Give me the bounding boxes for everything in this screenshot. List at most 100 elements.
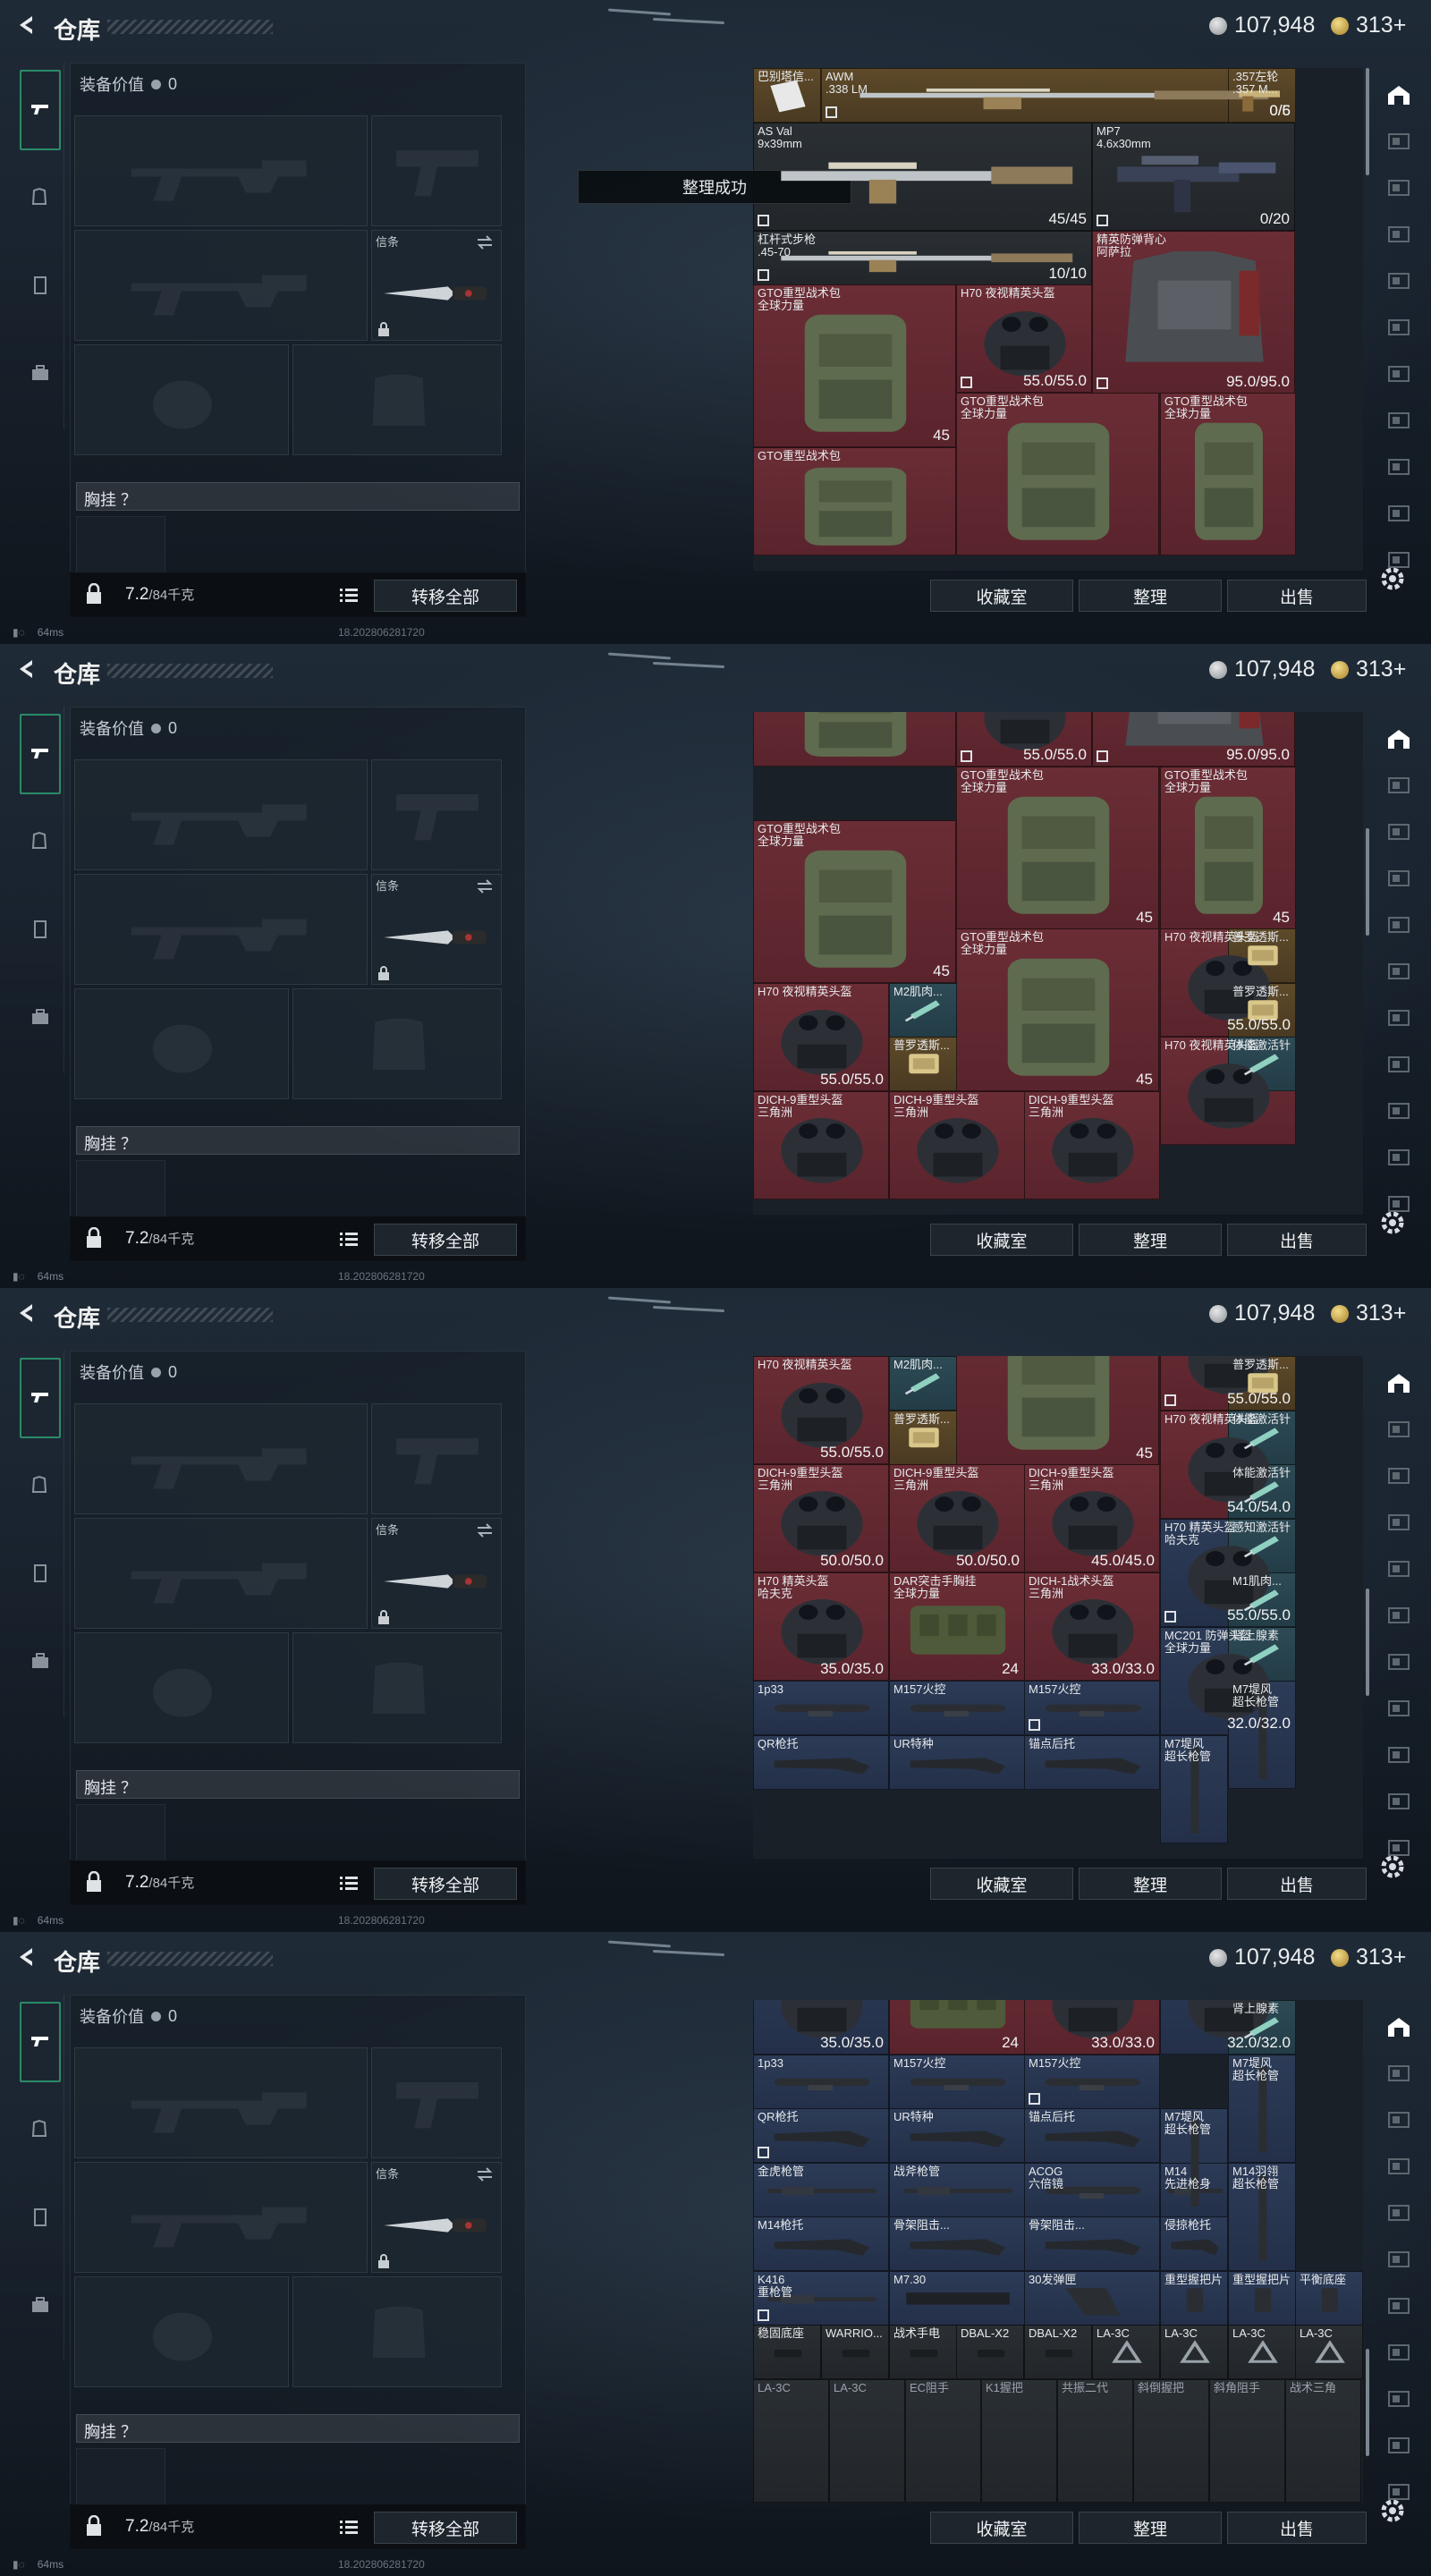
- tab-stash-page[interactable]: [1379, 952, 1418, 995]
- tab-vest[interactable]: [20, 247, 61, 327]
- stash-item[interactable]: 33.0/33.0: [1024, 2000, 1160, 2055]
- tab-stash-page[interactable]: [1379, 2193, 1418, 2236]
- stash-item[interactable]: 体能激活针: [1228, 1037, 1296, 1091]
- armor-slot[interactable]: [292, 1632, 502, 1743]
- primary-weapon-slot[interactable]: [74, 1403, 368, 1514]
- stash-item[interactable]: AS Val 9x39mm 45/45: [753, 123, 1092, 231]
- collection-button[interactable]: 收藏室: [930, 1224, 1073, 1256]
- stash-item[interactable]: 骨架阻击...: [1024, 2216, 1160, 2271]
- tab-vest[interactable]: [20, 1535, 61, 1615]
- stash-item[interactable]: QR枪托: [753, 1735, 889, 1790]
- chest-rig-slot[interactable]: [76, 1804, 165, 1861]
- swap-icon[interactable]: [476, 878, 494, 894]
- stash-item[interactable]: 斜倒握把: [1133, 2379, 1209, 2503]
- stash-item[interactable]: DICH-9重型头盔 三角洲 50.0/50.0: [753, 1464, 889, 1572]
- stash-item[interactable]: K1握把: [981, 2379, 1057, 2503]
- melee-slot[interactable]: 信条: [371, 874, 502, 985]
- settings-gear-icon[interactable]: [1377, 1852, 1408, 1882]
- stash-scrollbar[interactable]: [1366, 1589, 1369, 1696]
- stash-item[interactable]: M7堤风 超长枪管: [1228, 2055, 1296, 2163]
- sell-button[interactable]: 出售: [1227, 1224, 1367, 1256]
- stash-item[interactable]: 1p33: [753, 1681, 889, 1735]
- swap-icon[interactable]: [476, 2166, 494, 2182]
- stash-item[interactable]: AWM .338 LM 0/5: [821, 68, 1296, 123]
- gold-currency[interactable]: 313+: [1331, 657, 1406, 682]
- helmet-slot[interactable]: [74, 1632, 289, 1743]
- sort-button[interactable]: 整理: [1079, 1868, 1222, 1900]
- swap-icon[interactable]: [476, 234, 494, 250]
- tab-gun[interactable]: [20, 2002, 61, 2082]
- transfer-all-button[interactable]: 转移全部: [374, 1224, 517, 1256]
- tab-stash-page[interactable]: [1379, 1782, 1418, 1825]
- tab-stash-page[interactable]: [1379, 2147, 1418, 2190]
- stash-item[interactable]: 感知激活针: [1228, 1519, 1296, 1573]
- stash-item[interactable]: DICH-9重型头盔 三角洲 50.0/50.0: [889, 1464, 1025, 1572]
- melee-slot[interactable]: 信条: [371, 230, 502, 341]
- stash-item[interactable]: 普罗透斯...: [889, 1037, 957, 1091]
- stash-item[interactable]: 24: [889, 2000, 1025, 2055]
- chest-rig-header[interactable]: 胸挂 ？: [76, 1770, 520, 1799]
- list-icon[interactable]: [340, 2519, 358, 2535]
- tab-gun[interactable]: [20, 714, 61, 794]
- stash-item[interactable]: GTO重型战术包 全球力量: [1160, 393, 1296, 555]
- stash-item[interactable]: .357左轮 .357 M... 0/6: [1228, 68, 1296, 123]
- stash-item[interactable]: LA-3C: [1092, 2325, 1160, 2379]
- sort-button[interactable]: 整理: [1079, 2512, 1222, 2544]
- stash-item[interactable]: 重型握把片: [1160, 2271, 1228, 2326]
- sort-button[interactable]: 整理: [1079, 580, 1222, 612]
- primary-weapon-slot[interactable]: [74, 759, 368, 870]
- stash-item[interactable]: H70 夜视精英头盔 55.0/55.0: [753, 983, 889, 1091]
- stash-item[interactable]: 35.0/35.0: [753, 2000, 889, 2055]
- tab-stash-page[interactable]: [1379, 261, 1418, 304]
- melee-slot[interactable]: 信条: [371, 1518, 502, 1629]
- stash-item[interactable]: DICH-1战术头盔 三角洲 33.0/33.0: [1024, 1572, 1160, 1681]
- collection-button[interactable]: 收藏室: [930, 580, 1073, 612]
- stash-item[interactable]: DAR突击手胸挂 全球力量 24: [889, 1572, 1025, 1681]
- tab-case[interactable]: [20, 2267, 61, 2347]
- stash-item[interactable]: EC阻手: [905, 2379, 981, 2503]
- stash-item[interactable]: M2肌肉...: [889, 1356, 957, 1411]
- primary-weapon-slot[interactable]: [74, 115, 368, 226]
- stash-item[interactable]: QR枪托: [753, 2108, 889, 2163]
- stash-item[interactable]: M14 先进枪身: [1160, 2163, 1228, 2217]
- melee-slot[interactable]: 信条: [371, 2162, 502, 2273]
- stash-item[interactable]: UR特种: [889, 1735, 1025, 1790]
- tab-stash-page[interactable]: [1379, 1689, 1418, 1732]
- tab-stash-page[interactable]: [1379, 998, 1418, 1041]
- stash-item[interactable]: M157火控: [1024, 2055, 1160, 2109]
- stash-item[interactable]: GTO重型战术包 全球力量 45: [753, 284, 956, 447]
- stash-item[interactable]: 55.0/55.0: [956, 712, 1092, 767]
- stash-item[interactable]: M157火控: [1024, 1681, 1160, 1735]
- stash-item[interactable]: 精英防弹背心 阿萨拉 95.0/95.0: [1092, 231, 1295, 394]
- sell-button[interactable]: 出售: [1227, 2512, 1367, 2544]
- tab-stash-page[interactable]: [1379, 2240, 1418, 2283]
- back-arrow-icon[interactable]: [16, 1301, 36, 1325]
- tab-armor[interactable]: [20, 803, 61, 884]
- tab-stash-page[interactable]: [1379, 2379, 1418, 2422]
- chest-rig-header[interactable]: 胸挂 ？: [76, 1126, 520, 1155]
- stash-item[interactable]: M14枪托: [753, 2216, 889, 2271]
- secondary-weapon-slot[interactable]: [74, 230, 368, 341]
- transfer-all-button[interactable]: 转移全部: [374, 1868, 517, 1900]
- helmet-slot[interactable]: [74, 2276, 289, 2387]
- stash-item[interactable]: 战术手电: [889, 2325, 957, 2379]
- tab-armor[interactable]: [20, 1447, 61, 1528]
- stash-item[interactable]: 杠杆式步枪 .45-70 10/10: [753, 231, 1092, 285]
- stash-item[interactable]: [753, 712, 956, 767]
- chest-rig-slot[interactable]: [76, 1160, 165, 1217]
- tab-stash-page[interactable]: [1379, 2100, 1418, 2143]
- tab-stash-page[interactable]: [1379, 1642, 1418, 1685]
- tab-stash-page[interactable]: [1379, 168, 1418, 211]
- list-icon[interactable]: [340, 1231, 358, 1247]
- settings-gear-icon[interactable]: [1377, 1208, 1408, 1238]
- tab-vest[interactable]: [20, 891, 61, 971]
- swap-icon[interactable]: [476, 1522, 494, 1538]
- stash-item[interactable]: 重型握把片: [1228, 2271, 1296, 2326]
- tab-stash-page[interactable]: [1379, 401, 1418, 444]
- stash-item[interactable]: UR特种: [889, 2108, 1025, 2163]
- armor-slot[interactable]: [292, 988, 502, 1099]
- stash-item[interactable]: H70 夜视精英头盔 55.0/55.0: [956, 284, 1092, 393]
- tab-stash-page[interactable]: [1379, 494, 1418, 537]
- tab-stash-page[interactable]: [1379, 215, 1418, 258]
- pistol-slot[interactable]: [371, 115, 502, 226]
